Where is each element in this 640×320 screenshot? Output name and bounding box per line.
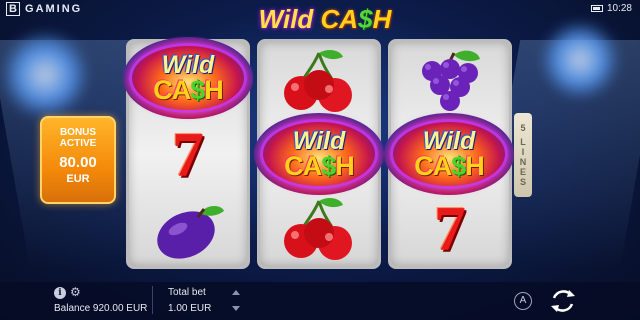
lines-indicator: 5 LINES <box>514 113 532 197</box>
bonus-status: ACTIVE <box>59 138 97 149</box>
bottom-control-bar <box>0 282 640 320</box>
spotlight-left <box>0 30 90 120</box>
wild-cash-symbol: Wild CA$H <box>384 113 514 195</box>
bonus-label: BONUS <box>59 127 97 138</box>
battery-icon <box>590 5 603 12</box>
seven-symbol: 7 <box>434 193 466 264</box>
bonus-currency: EUR <box>66 173 90 185</box>
spin-arrows-icon <box>551 290 575 312</box>
grapes-symbol <box>391 44 509 118</box>
gear-icon[interactable]: ⚙ <box>70 285 81 299</box>
wild-cash-symbol: Wild CA$H <box>254 113 384 195</box>
bonus-amount: 80.00 <box>59 154 97 171</box>
divider <box>152 286 153 314</box>
total-bet-label: Total bet <box>168 287 206 298</box>
seven-symbol: 7 <box>172 119 204 190</box>
bonus-active-panel: BONUS ACTIVE 80.00 EUR <box>40 116 116 204</box>
wild-cash-symbol: Wild CA$H <box>123 37 253 119</box>
total-bet-value: 1.00 EUR <box>168 303 212 314</box>
balance-label: Balance <box>54 303 91 314</box>
bet-increase-icon[interactable] <box>232 290 240 295</box>
balance-value: 920.00 EUR <box>92 303 148 314</box>
plum-symbol <box>129 192 247 266</box>
autoplay-button[interactable]: A <box>514 292 532 310</box>
bet-decrease-icon[interactable] <box>232 306 240 311</box>
cherries-symbol <box>260 44 378 118</box>
balance-display: Balance 920.00 EUR <box>54 303 147 314</box>
spotlight-right <box>540 20 620 100</box>
clock: 10:28 <box>606 3 632 14</box>
cherries-symbol <box>260 192 378 266</box>
game-title-logo: Wild CA$H <box>258 4 392 34</box>
bgaming-logo: B GAMING <box>6 2 82 16</box>
info-icon[interactable]: i <box>54 287 66 299</box>
device-status: 10:28 <box>590 3 632 14</box>
spin-button[interactable] <box>548 286 578 316</box>
